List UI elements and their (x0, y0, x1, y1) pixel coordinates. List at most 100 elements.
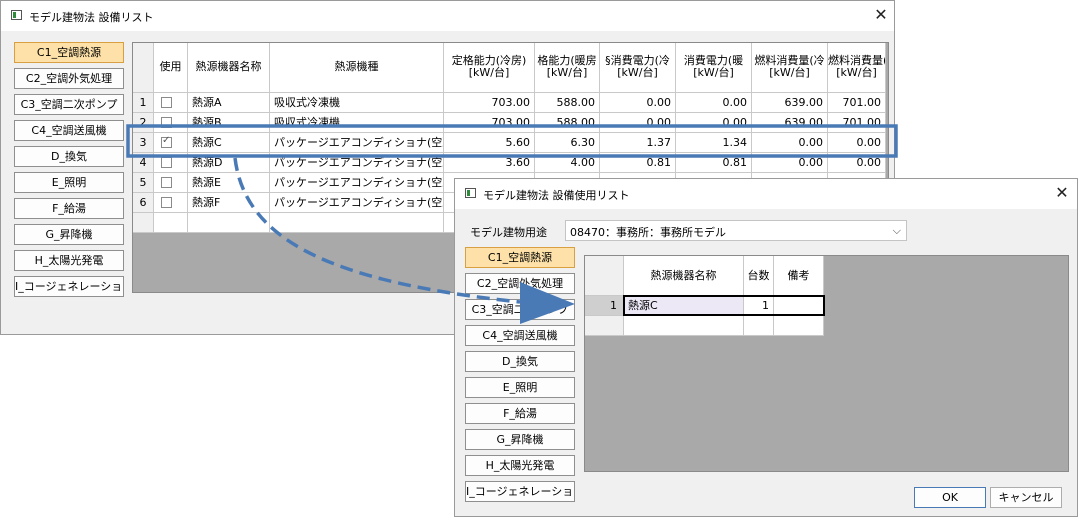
equipment-name-cell[interactable]: 熱源B (188, 113, 270, 133)
value-cell[interactable]: 6.30 (535, 133, 600, 153)
value-cell[interactable]: 0.00 (676, 93, 752, 113)
value-cell[interactable]: 0.81 (676, 153, 752, 173)
equipment-name-cell[interactable]: 熱源C (188, 133, 270, 153)
category-button[interactable]: C2_空調外気処理 (14, 68, 124, 89)
use-checkbox[interactable] (161, 177, 172, 188)
category-button[interactable]: H_太陽光発電 (465, 455, 575, 476)
category-button[interactable]: C4_空調送風機 (14, 120, 124, 141)
row-header[interactable]: 6 (133, 193, 154, 213)
equipment-type-cell[interactable]: パッケージエアコンディショナ(空冷式) (270, 133, 444, 153)
equipment-name-cell[interactable]: 熱源F (188, 193, 270, 213)
row-header[interactable]: 3 (133, 133, 154, 153)
column-header[interactable]: 熱源機器名称 (188, 43, 270, 93)
value-cell[interactable]: 5.60 (444, 133, 535, 153)
category-button[interactable]: F_給湯 (465, 403, 575, 424)
close-icon[interactable]: ✕ (1052, 183, 1072, 203)
column-header[interactable]: 台数 (744, 256, 774, 296)
use-cell[interactable] (154, 193, 188, 213)
value-cell[interactable]: 0.00 (828, 153, 886, 173)
category-button[interactable]: C1_空調熱源 (465, 247, 575, 268)
use-checkbox[interactable]: ✓ (161, 135, 172, 148)
value-cell[interactable]: 3.60 (444, 153, 535, 173)
value-cell[interactable]: 0.00 (752, 133, 828, 153)
value-cell[interactable]: 0.00 (600, 93, 676, 113)
row-header[interactable] (133, 213, 154, 233)
equipment-name-cell[interactable] (188, 213, 270, 233)
category-button[interactable]: E_照明 (14, 172, 124, 193)
equipment-type-cell[interactable]: パッケージエアコンディショナ(空冷式) (270, 173, 444, 193)
use-cell[interactable] (154, 93, 188, 113)
row-header[interactable]: 1 (133, 93, 154, 113)
equipment-type-cell[interactable]: 吸収式冷凍機 (270, 93, 444, 113)
value-cell[interactable]: 1.37 (600, 133, 676, 153)
category-button[interactable]: C3_空調二次ポンプ (465, 299, 575, 320)
column-header[interactable]: 定格能力(冷房) [kW/台] (444, 43, 535, 93)
value-cell[interactable]: 703.00 (444, 113, 535, 133)
value-cell[interactable]: 639.00 (752, 93, 828, 113)
equipment-type-cell[interactable]: パッケージエアコンディショナ(空冷式) (270, 193, 444, 213)
equipment-name-cell[interactable] (624, 316, 744, 336)
value-cell[interactable]: 0.00 (828, 133, 886, 153)
row-header[interactable]: 4 (133, 153, 154, 173)
category-button[interactable]: E_照明 (465, 377, 575, 398)
category-button[interactable]: I_コージェネレーション (465, 481, 575, 502)
use-cell[interactable] (154, 173, 188, 193)
use-checkbox[interactable] (161, 197, 172, 208)
cancel-button[interactable]: キャンセル (990, 487, 1062, 508)
value-cell[interactable]: 703.00 (444, 93, 535, 113)
use-checkbox[interactable] (161, 117, 172, 128)
use-cell[interactable] (154, 113, 188, 133)
category-button[interactable]: C2_空調外気処理 (465, 273, 575, 294)
value-cell[interactable]: 588.00 (535, 93, 600, 113)
row-header[interactable]: 5 (133, 173, 154, 193)
category-button[interactable]: G_昇降機 (14, 224, 124, 245)
equipment-type-cell[interactable]: パッケージエアコンディショナ(空冷式) (270, 153, 444, 173)
category-button[interactable]: H_太陽光発電 (14, 250, 124, 271)
category-button[interactable]: C1_空調熱源 (14, 42, 124, 63)
ok-button[interactable]: OK (914, 487, 986, 508)
value-cell[interactable]: 0.00 (752, 153, 828, 173)
column-header[interactable]: 燃料消費量(冷 [kW/台] (752, 43, 828, 93)
close-icon[interactable]: ✕ (871, 5, 891, 25)
value-cell[interactable]: 0.81 (600, 153, 676, 173)
value-cell[interactable]: 639.00 (752, 113, 828, 133)
equipment-name-cell[interactable]: 熱源A (188, 93, 270, 113)
value-cell[interactable]: 701.00 (828, 93, 886, 113)
category-button[interactable]: D_換気 (14, 146, 124, 167)
category-button[interactable]: D_換気 (465, 351, 575, 372)
value-cell[interactable]: 0.00 (600, 113, 676, 133)
category-button[interactable]: G_昇降機 (465, 429, 575, 450)
use-cell[interactable] (154, 153, 188, 173)
column-header[interactable]: 消費電力(暖 [kW/台] (676, 43, 752, 93)
column-header[interactable]: 備考 (774, 256, 824, 296)
value-cell[interactable]: 0.00 (676, 113, 752, 133)
category-button[interactable]: F_給湯 (14, 198, 124, 219)
equipment-name-cell[interactable]: 熱源E (188, 173, 270, 193)
use-checkbox[interactable] (161, 157, 172, 168)
column-header[interactable]: 熱源機種 (270, 43, 444, 93)
equipment-type-cell[interactable]: 吸収式冷凍機 (270, 113, 444, 133)
category-button[interactable]: I_コージェネレーション (14, 276, 124, 297)
value-cell[interactable]: 4.00 (535, 153, 600, 173)
count-cell[interactable] (744, 316, 774, 336)
column-header[interactable]: 燃料消費量( [kW/台] (828, 43, 886, 93)
column-header[interactable]: 格能力(暖房 [kW/台] (535, 43, 600, 93)
equipment-type-cell[interactable] (270, 213, 444, 233)
category-button[interactable]: C4_空調送風機 (465, 325, 575, 346)
column-header[interactable]: §消費電力(冷 [kW/台] (600, 43, 676, 93)
use-cell[interactable] (154, 213, 188, 233)
column-header[interactable]: 熱源機器名称 (624, 256, 744, 296)
column-header[interactable]: 使用 (154, 43, 188, 93)
building-use-select[interactable]: 08470：事務所：事務所モデル ⌵ (565, 220, 907, 241)
row-header[interactable]: 1 (585, 296, 624, 316)
value-cell[interactable]: 1.34 (676, 133, 752, 153)
value-cell[interactable]: 588.00 (535, 113, 600, 133)
row-header[interactable] (585, 316, 624, 336)
value-cell[interactable]: 701.00 (828, 113, 886, 133)
use-checkbox[interactable] (161, 97, 172, 108)
category-button[interactable]: C3_空調二次ポンプ (14, 94, 124, 115)
row-header[interactable]: 2 (133, 113, 154, 133)
note-cell[interactable] (774, 316, 824, 336)
equipment-name-cell[interactable]: 熱源D (188, 153, 270, 173)
use-cell[interactable]: ✓ (154, 133, 188, 153)
